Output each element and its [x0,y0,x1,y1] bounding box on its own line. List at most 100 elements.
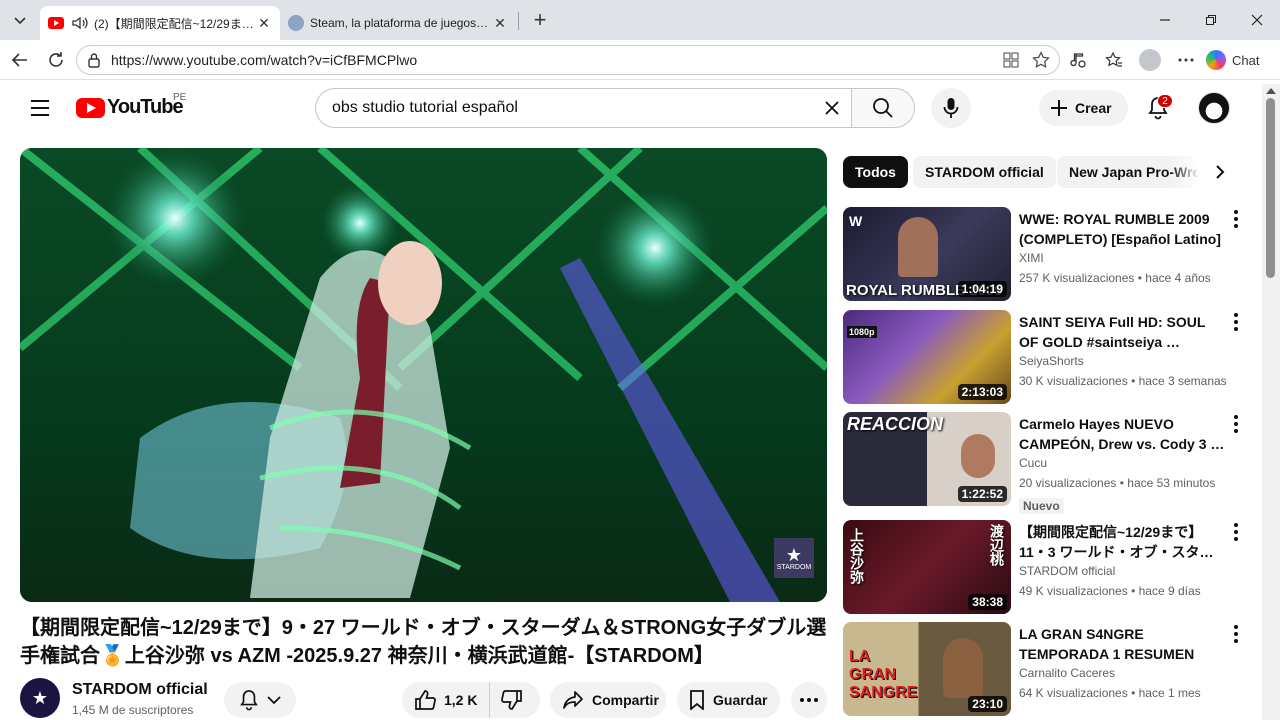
kebab-menu-icon[interactable] [1229,209,1243,229]
thumbnail-text: REACCION [847,414,944,434]
scroll-up-arrow-icon[interactable] [1266,88,1276,94]
related-channel[interactable]: Cucu [1019,456,1047,470]
video-thumbnail[interactable]: 1080p 2:13:03 [843,310,1011,404]
scrollbar-thumb[interactable] [1266,98,1275,278]
kebab-menu-icon[interactable] [1229,522,1243,542]
thumbnail-text: 1080p [847,326,877,338]
related-meta: 64 K visualizaciones • hace 1 mes [1019,686,1201,700]
reload-icon[interactable] [42,46,70,74]
related-title[interactable]: Carmelo Hayes NUEVO CAMPEÓN, Drew vs. Co… [1019,414,1225,454]
youtube-masthead: YouTube PE obs studio tutorial español C… [0,84,1262,132]
search-input[interactable]: obs studio tutorial español [315,88,851,128]
upload-age: hace 53 minutos [1127,476,1216,490]
tab-title: (2)【期間限定配信~12/29まで】 [94,16,254,31]
copilot-chat-button[interactable]: Chat [1206,46,1259,74]
kebab-menu-icon[interactable] [1229,624,1243,644]
related-channel[interactable]: STARDOM official [1019,564,1115,578]
related-video[interactable]: REACCION 1:22:52 Carmelo Hayes NUEVO CAM… [843,412,1253,514]
youtube-play-icon [76,97,105,118]
related-video[interactable]: LA GRAN SANGRE 23:10 LA GRAN S4NGRE TEMP… [843,622,1253,718]
thumbs-up-icon [415,690,436,710]
channel-watermark[interactable]: ★ STARDOM [774,538,814,578]
related-video[interactable]: 1080p 2:13:03 SAINT SEIYA Full HD: SOUL … [843,310,1253,406]
back-arrow-icon[interactable] [6,46,34,74]
restore-icon[interactable] [1188,0,1234,40]
chat-label: Chat [1232,52,1260,68]
chevron-right-icon[interactable] [1204,156,1236,188]
address-bar[interactable]: https://www.youtube.com/watch?v=iCfBFMCP… [76,45,1060,75]
video-thumbnail[interactable]: W ROYAL RUMBLE 2009 1:04:19 [843,207,1011,301]
watermark-text: STARDOM [776,563,812,571]
share-button[interactable]: Compartir [550,682,666,718]
duration: 2:13:03 [957,384,1007,400]
minimize-icon[interactable] [1142,0,1188,40]
browser-tab-youtube[interactable]: (2)【期間限定配信~12/29まで】 ✕ [40,6,280,40]
related-video[interactable]: W ROYAL RUMBLE 2009 1:04:19 WWE: ROYAL R… [843,207,1253,303]
duration: 1:04:19 [957,281,1007,297]
profile-icon[interactable] [1136,46,1164,74]
close-window-icon[interactable] [1234,0,1280,40]
more-options-icon[interactable] [1172,46,1200,74]
related-title[interactable]: LA GRAN S4NGRE TEMPORADA 1 RESUMEN COMPL… [1019,624,1225,664]
upload-age: hace 1 mes [1138,686,1201,700]
related-video[interactable]: 上谷沙弥 渡辺桃 38:38 【期間限定配信~12/29まで】11・3 ワールド… [843,520,1253,616]
duration: 23:10 [968,696,1007,712]
save-button[interactable]: Guardar [677,682,780,718]
like-button[interactable]: 1,2 K [402,682,491,718]
save-label: Guardar [713,692,768,708]
video-thumbnail[interactable]: 上谷沙弥 渡辺桃 38:38 [843,520,1011,614]
browser-toolbar: https://www.youtube.com/watch?v=iCfBFMCP… [0,40,1280,80]
video-player[interactable] [20,148,827,602]
channel-avatar[interactable]: ★ [20,678,60,718]
media-control-icon[interactable] [1064,46,1092,74]
speaker-icon[interactable] [72,16,88,30]
related-title[interactable]: 【期間限定配信~12/29まで】11・3 ワールド・オブ・スタ… [1019,522,1225,562]
dislike-button[interactable] [490,682,534,718]
related-channel[interactable]: Carnalito Caceres [1019,666,1115,680]
related-meta: 49 K visualizaciones • hace 9 días [1019,584,1201,598]
related-channel[interactable]: SeiyaShorts [1019,354,1084,368]
kebab-menu-icon[interactable] [1229,414,1243,434]
browser-tab-steam[interactable]: Steam, la plataforma de juegos online ✕ [280,6,516,40]
search-icon [873,98,893,118]
subscription-notifications-button[interactable] [224,682,296,718]
plus-icon [1051,100,1067,116]
voice-search-mic-icon[interactable] [931,88,971,128]
youtube-logo[interactable]: YouTube PE [76,92,186,119]
browser-tab-strip: (2)【期間限定配信~12/29まで】 ✕ Steam, la platafor… [0,0,1280,40]
star-logo-icon: ★ [785,544,803,565]
related-meta: 20 visualizaciones • hace 53 minutos [1019,476,1216,490]
youtube-favicon-icon [48,17,64,29]
user-avatar[interactable] [1198,92,1230,124]
more-actions-button[interactable] [791,682,827,718]
notification-badge: 2 [1157,94,1173,108]
chip-stardom[interactable]: STARDOM official [913,156,1056,188]
related-meta: 257 K visualizaciones • hace 4 años [1019,271,1211,285]
site-info-icon[interactable] [87,52,101,68]
steam-favicon-icon [288,15,304,31]
app-available-icon[interactable] [1001,50,1021,70]
related-title[interactable]: SAINT SEIYA Full HD: SOUL OF GOLD #saint… [1019,312,1225,352]
favorite-star-icon[interactable] [1031,50,1051,70]
clear-search-icon[interactable] [820,96,844,120]
duration: 38:38 [968,594,1007,610]
chip-fade [1170,156,1200,188]
share-arrow-icon [563,691,583,709]
create-button[interactable]: Crear [1039,90,1128,126]
video-thumbnail[interactable]: LA GRAN SANGRE 23:10 [843,622,1011,716]
like-count: 1,2 K [444,692,478,708]
tab-list-chevron-icon[interactable] [6,6,34,34]
search-button[interactable] [851,88,915,128]
menu-hamburger-icon[interactable] [24,92,56,124]
video-thumbnail[interactable]: REACCION 1:22:52 [843,412,1011,506]
related-title[interactable]: WWE: ROYAL RUMBLE 2009 (COMPLETO) [Españ… [1019,209,1225,249]
channel-name[interactable]: STARDOM official [72,681,208,699]
favorites-icon[interactable] [1100,46,1128,74]
related-channel[interactable]: XIMI [1019,251,1044,265]
url-text[interactable]: https://www.youtube.com/watch?v=iCfBFMCP… [111,52,417,68]
kebab-menu-icon[interactable] [1229,312,1243,332]
tab-close-icon[interactable]: ✕ [490,13,510,33]
new-tab-plus-icon[interactable]: + [526,6,554,34]
chip-todos[interactable]: Todos [843,156,908,188]
tab-close-icon[interactable]: ✕ [254,13,274,33]
